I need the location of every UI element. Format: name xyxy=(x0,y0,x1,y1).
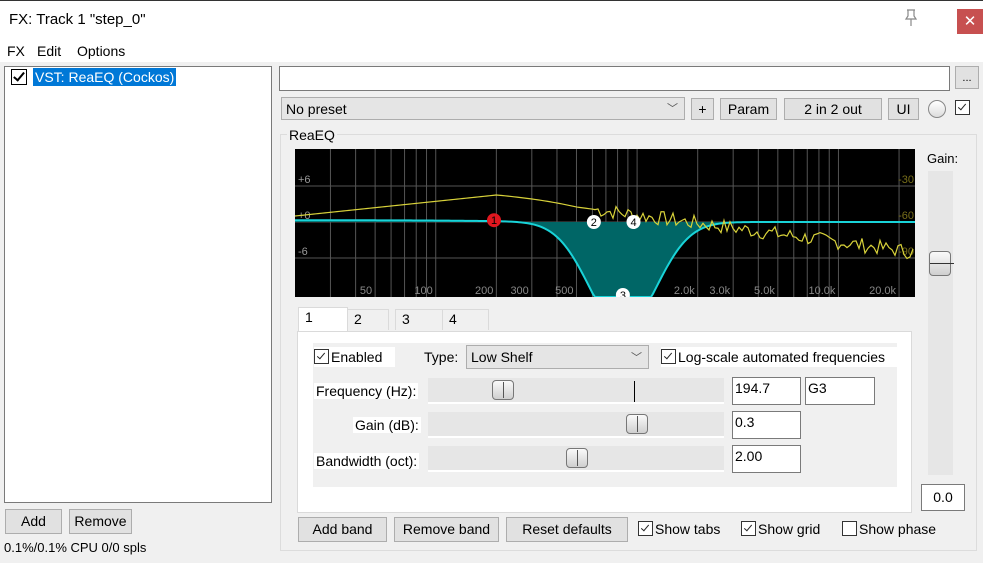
type-label: Type: xyxy=(424,349,459,365)
wet-knob[interactable] xyxy=(928,100,946,118)
chevron-down-icon: ﹀ xyxy=(667,103,678,115)
plugin-group-label: ReaEQ xyxy=(287,127,337,143)
db-tick-label: +6 xyxy=(298,174,311,186)
freq-tick-label: 20.0k xyxy=(869,285,896,297)
frequency-slider[interactable] xyxy=(428,378,724,404)
band-gain-field[interactable]: 0.3 xyxy=(732,411,801,439)
window-title: FX: Track 1 "step_0" xyxy=(9,11,146,28)
output-gain-thumb[interactable] xyxy=(929,251,954,276)
remove-band-button[interactable]: Remove band xyxy=(394,517,499,542)
tab-band-2[interactable]: 2 xyxy=(347,309,389,330)
show-tabs-checkbox[interactable]: Show tabs xyxy=(638,521,720,537)
freq-tick-label: 300 xyxy=(510,285,528,297)
checkbox-box xyxy=(638,521,653,536)
frequency-note-field[interactable]: G3 xyxy=(805,377,875,405)
add-preset-button[interactable]: + xyxy=(691,98,714,120)
menu-bar xyxy=(0,40,983,62)
logscale-label: Log-scale automated frequencies xyxy=(678,349,886,365)
band-handle-label: 1 xyxy=(491,215,497,227)
checkbox-box xyxy=(661,349,676,364)
more-button[interactable]: ... xyxy=(955,66,979,89)
gain-label: Gain: xyxy=(927,151,959,166)
freq-tick-label: 50 xyxy=(360,285,372,297)
filter-type-value: Low Shelf xyxy=(471,349,533,365)
add-fx-button[interactable]: Add xyxy=(5,509,62,534)
frequency-slider-thumb[interactable] xyxy=(492,380,514,400)
freq-tick-label: 200 xyxy=(475,285,493,297)
tab-band-1[interactable]: 1 xyxy=(298,307,348,332)
output-gain-slider[interactable] xyxy=(928,171,953,475)
tab-band-4[interactable]: 4 xyxy=(442,309,489,330)
bandwidth-label: Bandwidth (oct): xyxy=(314,453,420,469)
enabled-label: Enabled xyxy=(331,349,383,365)
frequency-label: Frequency (Hz): xyxy=(314,383,419,399)
bandwidth-slider-thumb[interactable] xyxy=(566,448,588,468)
show-phase-label: Show phase xyxy=(859,521,937,537)
freq-tick-label: 2.0k xyxy=(674,285,695,297)
fx-name-input[interactable] xyxy=(279,66,950,91)
band-panel-footer xyxy=(313,487,897,505)
show-tabs-label: Show tabs xyxy=(655,521,721,537)
gain-db-label: Gain (dB): xyxy=(353,417,421,433)
preset-dropdown[interactable]: No preset ﹀ xyxy=(281,97,685,120)
freq-tick-label: 100 xyxy=(414,285,432,297)
frequency-slider-center-mark xyxy=(634,381,635,402)
fx-enable-checkbox[interactable] xyxy=(11,69,27,85)
reset-defaults-button[interactable]: Reset defaults xyxy=(506,517,628,542)
checkbox-box xyxy=(741,521,756,536)
pin-icon[interactable] xyxy=(902,8,920,28)
eq-graph[interactable]: 501002003005001.0k2.0k3.0k5.0k10.0k20.0k… xyxy=(294,149,915,302)
band-gain-slider-thumb[interactable] xyxy=(626,414,648,434)
db-tick-label: -6 xyxy=(298,246,308,258)
menu-edit[interactable]: Edit xyxy=(37,43,61,59)
band-handle-label: 2 xyxy=(591,217,597,229)
bypass-checkbox[interactable] xyxy=(955,100,972,116)
band-gain-slider[interactable] xyxy=(428,412,724,438)
add-band-button[interactable]: Add band xyxy=(298,517,387,542)
close-icon: ✕ xyxy=(963,13,977,30)
frequency-field[interactable]: 194.7 xyxy=(732,377,801,405)
chevron-down-icon: ﹀ xyxy=(631,352,642,364)
show-grid-label: Show grid xyxy=(758,521,821,537)
close-button[interactable]: ✕ xyxy=(957,9,983,34)
band-handle-label: 4 xyxy=(630,217,636,229)
menu-fx[interactable]: FX xyxy=(7,43,25,59)
tab-band-3[interactable]: 3 xyxy=(395,309,443,330)
checkbox-box xyxy=(842,521,857,536)
enabled-checkbox[interactable]: Enabled xyxy=(314,347,395,367)
menu-options[interactable]: Options xyxy=(77,43,125,59)
fx-list-item[interactable]: VST: ReaEQ (Cockos) xyxy=(33,68,177,86)
freq-tick-label: 3.0k xyxy=(709,285,730,297)
output-gain-field[interactable]: 0.0 xyxy=(921,484,965,511)
show-phase-checkbox[interactable]: Show phase xyxy=(842,521,936,537)
freq-tick-label: 10.0k xyxy=(809,285,836,297)
freq-tick-label: 500 xyxy=(555,285,573,297)
title-bar xyxy=(0,0,983,41)
cpu-status: 0.1%/0.1% CPU 0/0 spls xyxy=(4,540,147,555)
freq-tick-label: 5.0k xyxy=(754,285,775,297)
fx-chain-list[interactable] xyxy=(4,66,272,503)
spectrum-db-label: -30 xyxy=(898,174,914,186)
preset-value: No preset xyxy=(286,101,347,117)
checkbox-box xyxy=(314,349,329,364)
band-handle-label: 3 xyxy=(620,290,626,297)
filter-type-dropdown[interactable]: Low Shelf ﹀ xyxy=(466,345,649,369)
logscale-checkbox[interactable]: Log-scale automated frequencies xyxy=(661,347,897,367)
spectrum-db-label: -60 xyxy=(898,210,914,222)
checkbox-box xyxy=(955,100,970,115)
remove-fx-button[interactable]: Remove xyxy=(69,509,132,534)
show-grid-checkbox[interactable]: Show grid xyxy=(741,521,820,537)
param-button[interactable]: Param xyxy=(720,98,777,120)
io-button[interactable]: 2 in 2 out xyxy=(784,98,882,120)
ui-button[interactable]: UI xyxy=(888,98,919,120)
bandwidth-field[interactable]: 2.00 xyxy=(732,445,801,473)
